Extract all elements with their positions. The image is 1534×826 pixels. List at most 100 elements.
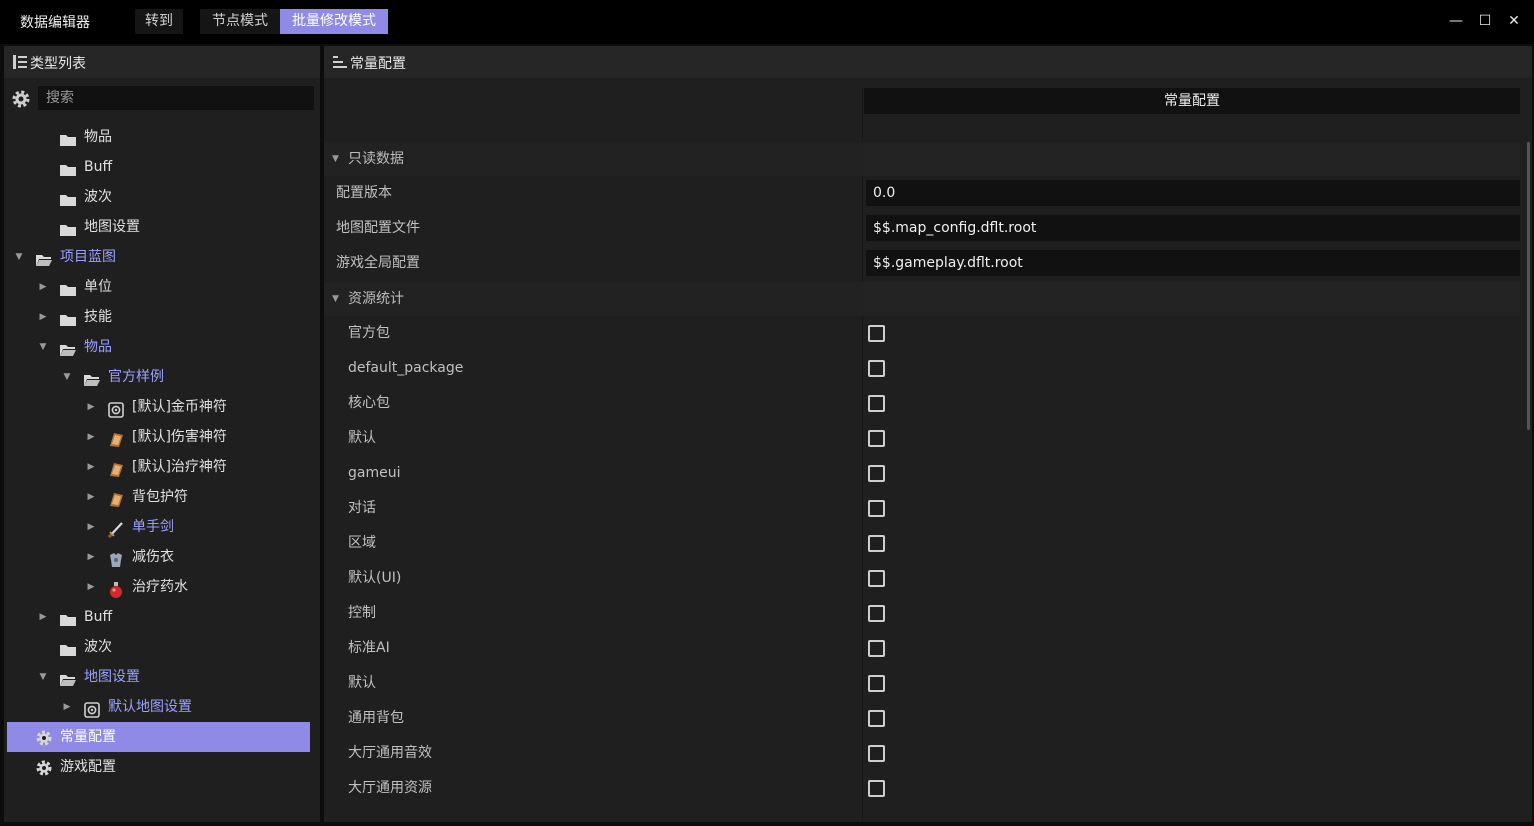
field-label-config-version: 配置版本 [336,185,392,201]
chevron-right-icon[interactable]: ▶ [86,512,96,542]
tree-item[interactable]: ▶ [默认]治疗神符 [4,452,320,482]
chevron-right-icon[interactable]: ▶ [38,272,48,302]
resource-checkbox[interactable] [868,605,885,622]
tree-item[interactable]: Buff [4,152,320,182]
vertical-scrollbar[interactable] [1527,142,1530,430]
resource-checkbox[interactable] [868,325,885,342]
constant-config-title: 常量配置 [350,56,406,72]
chevron-right-icon[interactable]: ▶ [38,302,48,332]
tree-item-label: 官方样例 [108,369,164,385]
tree-item[interactable]: ▶ [默认]伤害神符 [4,422,320,452]
chevron-down-icon[interactable]: ▼ [62,362,72,392]
tree-item-label: Buff [84,159,113,175]
armor-icon [107,549,125,567]
chevron-right-icon[interactable]: ▶ [86,572,96,602]
tree-item[interactable]: 常量配置 [7,722,310,752]
tree-item[interactable]: 地图设置 [4,212,320,242]
chevron-right-icon[interactable]: ▶ [86,452,96,482]
tree-item[interactable]: ▶ 单位 [4,272,320,302]
tree-item[interactable]: 游戏配置 [4,752,320,782]
tree-item-label: 单手剑 [132,519,174,535]
tree-item-label: 物品 [84,339,112,355]
menu-goto-button[interactable]: 转到 [135,9,183,34]
minimize-button[interactable]: — [1445,10,1467,32]
resource-checkbox[interactable] [868,640,885,657]
search-input[interactable] [38,86,314,110]
type-list-title: 类型列表 [30,56,86,72]
tree-item[interactable]: ▶ Buff [4,602,320,632]
group-resource-stats[interactable]: ▼ 资源统计 [324,282,864,316]
tree-item-label: 游戏配置 [60,759,116,775]
group-readonly-data[interactable]: ▼ 只读数据 [324,142,864,176]
chevron-down-icon: ▼ [332,154,339,164]
folder-open-icon [83,369,101,386]
tree-item[interactable]: ▶ 减伤衣 [4,542,320,572]
resource-checkbox[interactable] [868,360,885,377]
tree-item-label: 默认地图设置 [108,699,192,715]
tree-item[interactable]: ▶ 默认地图设置 [4,692,320,722]
tree-item[interactable]: 物品 [4,122,320,152]
tree-item[interactable]: ▶ 背包护符 [4,482,320,512]
chevron-right-icon[interactable]: ▶ [86,392,96,422]
tree-item[interactable]: 波次 [4,632,320,662]
resource-label: 标准AI [348,640,390,656]
resource-label: 大厅通用音效 [348,745,432,761]
tree-item-label: 地图设置 [84,219,140,235]
group-readonly-fill [864,142,1520,176]
resource-label: 区域 [348,535,376,551]
resource-label: gameui [348,465,401,481]
resource-checkbox[interactable] [868,395,885,412]
resource-checkbox[interactable] [868,780,885,797]
tree-item[interactable]: ▶ 治疗药水 [4,572,320,602]
chevron-right-icon[interactable]: ▶ [86,542,96,572]
tree-item[interactable]: ▶ 技能 [4,302,320,332]
resource-checkbox[interactable] [868,500,885,517]
resource-checkbox[interactable] [868,745,885,762]
chevron-right-icon[interactable]: ▶ [38,602,48,632]
folder-icon [59,639,77,656]
resource-checkbox[interactable] [868,570,885,587]
field-value-config-version[interactable]: 0.0 [866,180,1520,206]
search-row [4,86,320,112]
resource-label: 通用背包 [348,710,404,726]
tree-item[interactable]: ▼ 物品 [4,332,320,362]
field-value-gameplay-global-config[interactable]: $$.gameplay.dflt.root [866,250,1520,276]
menu-node-mode-button[interactable]: 节点模式 [200,9,280,34]
scroll-icon [107,459,125,477]
resource-checkbox[interactable] [868,675,885,692]
close-button[interactable]: ✕ [1503,10,1525,32]
field-value-map-config-file[interactable]: $$.map_config.dflt.root [866,215,1520,241]
tree-item[interactable]: ▼ 地图设置 [4,662,320,692]
tree-item[interactable]: ▼ 项目蓝图 [4,242,320,272]
tree-list-icon [13,55,27,69]
tree-item-label: 治疗药水 [132,579,188,595]
resource-checkbox[interactable] [868,710,885,727]
tree-item-label: 常量配置 [60,729,116,745]
chevron-down-icon: ▼ [332,294,339,304]
field-label-map-config-file: 地图配置文件 [336,220,420,236]
tree-item[interactable]: ▶ [默认]金币神符 [4,392,320,422]
chevron-down-icon[interactable]: ▼ [38,662,48,692]
tree-item[interactable]: 波次 [4,182,320,212]
resource-checkbox[interactable] [868,465,885,482]
gear-icon [35,758,53,776]
tree-item-label: 波次 [84,639,112,655]
tree-item-label: 单位 [84,279,112,295]
chevron-right-icon[interactable]: ▶ [86,482,96,512]
chevron-down-icon[interactable]: ▼ [38,332,48,362]
column-divider [862,88,863,822]
folder-open-icon [59,339,77,356]
chevron-down-icon[interactable]: ▼ [14,242,24,272]
folder-icon [59,129,77,146]
resource-label: 大厅通用资源 [348,780,432,796]
maximize-button[interactable]: ☐ [1474,10,1496,32]
tree-item[interactable]: ▶ 单手剑 [4,512,320,542]
menu-batch-edit-mode-button[interactable]: 批量修改模式 [280,9,388,34]
chevron-right-icon[interactable]: ▶ [62,692,72,722]
tree-item[interactable]: ▼ 官方样例 [4,362,320,392]
gear-icon[interactable] [10,88,32,110]
resource-checkbox[interactable] [868,535,885,552]
resource-label: 核心包 [348,395,390,411]
resource-checkbox[interactable] [868,430,885,447]
chevron-right-icon[interactable]: ▶ [86,422,96,452]
